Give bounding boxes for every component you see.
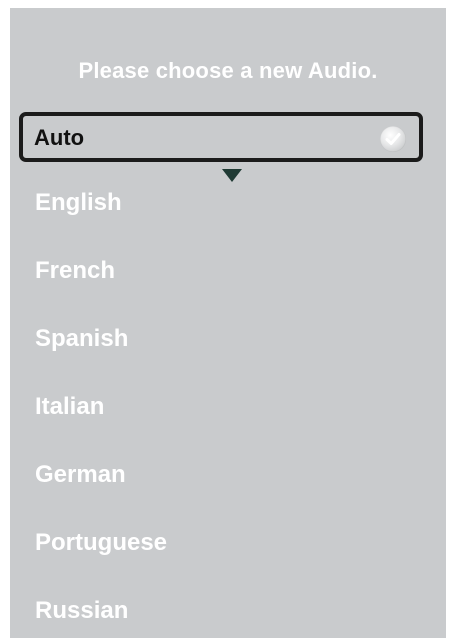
dialog-title: Please choose a new Audio. [78,58,378,83]
audio-option-label: Auto [34,125,85,150]
audio-option-spanish[interactable]: Spanish [35,325,128,353]
caret-down-icon [222,169,242,182]
audio-option-auto[interactable]: Auto [19,112,423,162]
audio-option-french[interactable]: French [35,257,115,285]
checkmark-icon [380,126,406,152]
audio-option-german[interactable]: German [35,461,126,489]
audio-selection-panel: Please choose a new Audio. Auto English … [10,8,446,638]
audio-option-portuguese[interactable]: Portuguese [35,529,167,557]
audio-option-russian[interactable]: Russian [35,597,128,625]
audio-option-english[interactable]: English [35,189,122,217]
audio-option-italian[interactable]: Italian [35,393,104,421]
